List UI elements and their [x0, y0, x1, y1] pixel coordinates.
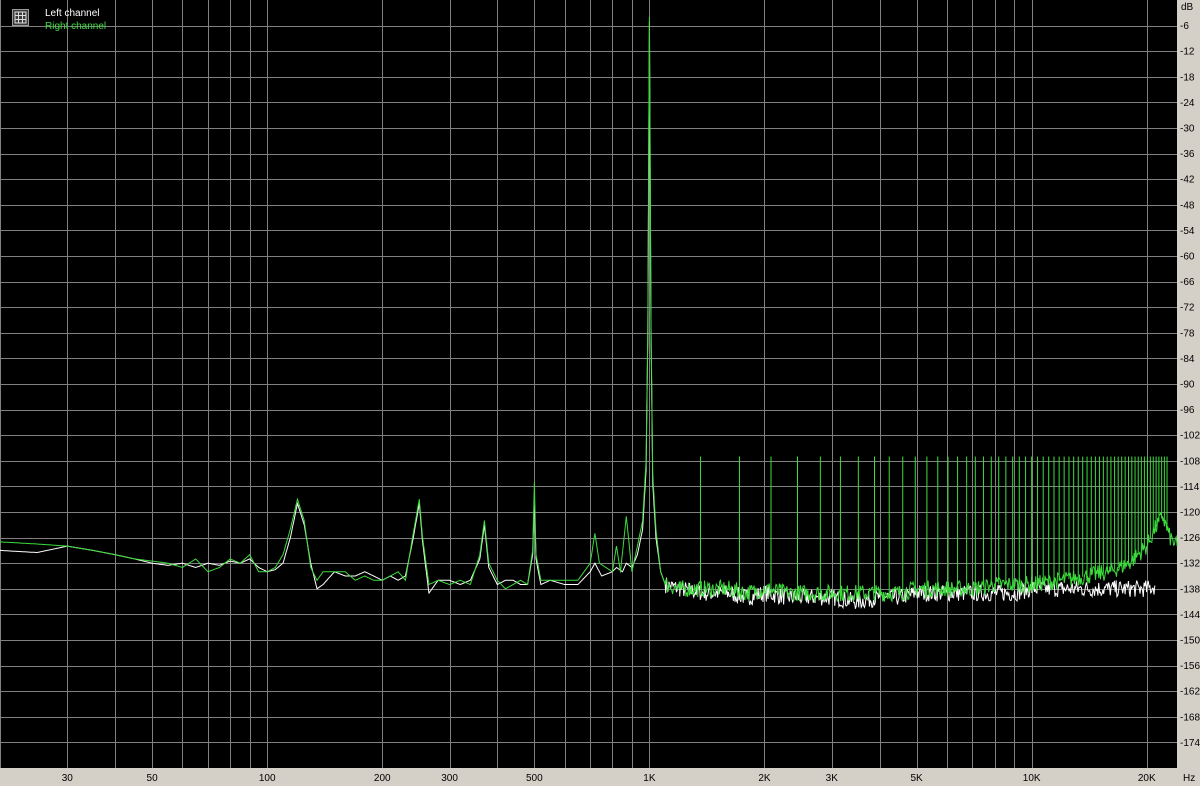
y-tick-label: -36 [1180, 149, 1195, 160]
x-tick-label: 2K [758, 773, 771, 784]
y-tick-label: -150 [1180, 636, 1200, 647]
y-tick-label: -90 [1180, 380, 1195, 391]
y-tick-label: -156 [1180, 661, 1200, 672]
y-tick-label: -12 [1180, 47, 1195, 58]
x-tick-label: 10K [1023, 773, 1041, 784]
y-tick-label: -6 [1180, 21, 1189, 32]
y-tick-label: -66 [1180, 277, 1195, 288]
y-tick-label: -120 [1180, 508, 1200, 519]
y-tick-label: -144 [1180, 610, 1200, 621]
y-tick-label: -54 [1180, 226, 1195, 237]
x-tick-label: 50 [147, 773, 159, 784]
spectrum-chart: dB -6 -12 -18 -24 -30 -36 -42 -48 -54 -60 -66 -72 -78… [0, 0, 1200, 784]
x-tick-label: 500 [526, 773, 543, 784]
y-tick-label: -60 [1180, 252, 1195, 263]
x-tick-label: 20K [1138, 773, 1156, 784]
legend: Left channel Right channel [10, 6, 110, 34]
y-tick-label: -42 [1180, 175, 1195, 186]
x-tick-label: 3K [826, 773, 839, 784]
y-tick-label: -84 [1180, 354, 1195, 365]
y-tick-label: -138 [1180, 584, 1200, 595]
y-unit-label: dB [1181, 2, 1194, 13]
x-tick-label: 5K [910, 773, 923, 784]
series-layer [0, 17, 1178, 610]
y-tick-label: -48 [1180, 200, 1195, 211]
y-tick-label: -168 [1180, 712, 1200, 723]
grid-icon[interactable] [12, 9, 29, 26]
grid-layer [0, 0, 1177, 768]
y-tick-label: -174 [1180, 738, 1200, 749]
legend-item-left-channel: Left channel [45, 8, 100, 19]
x-unit-label: Hz [1183, 773, 1195, 784]
y-tick-label: -162 [1180, 687, 1200, 698]
x-tick-label: 30 [62, 773, 74, 784]
x-tick-label: 100 [259, 773, 276, 784]
y-tick-label: -102 [1180, 431, 1200, 442]
y-tick-label: -18 [1180, 72, 1195, 83]
y-tick-label: -24 [1180, 98, 1195, 109]
x-tick-label: 1K [643, 773, 656, 784]
y-tick-label: -126 [1180, 533, 1200, 544]
series-line-right [0, 17, 1178, 603]
x-tick-label: 300 [441, 773, 458, 784]
y-tick-label: -72 [1180, 303, 1195, 314]
y-tick-label: -78 [1180, 328, 1195, 339]
x-tick-label: 200 [374, 773, 391, 784]
y-tick-label: -96 [1180, 405, 1195, 416]
legend-item-right-channel: Right channel [45, 21, 107, 32]
y-tick-label: -30 [1180, 124, 1195, 135]
y-tick-label: -114 [1180, 482, 1200, 493]
y-tick-label: -132 [1180, 559, 1200, 570]
series-line-left [0, 21, 1156, 610]
y-tick-label: -108 [1180, 456, 1200, 467]
